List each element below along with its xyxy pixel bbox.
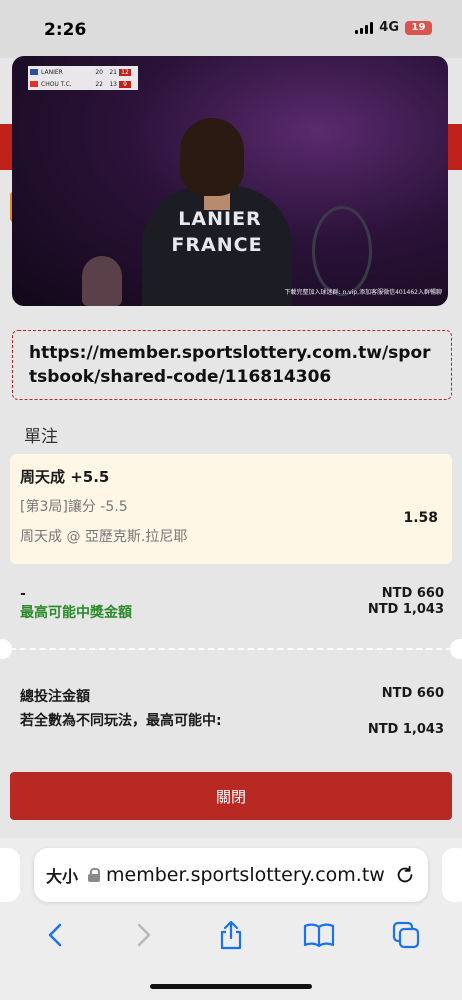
total-stake-amount: NTD 660 bbox=[381, 686, 444, 701]
scoreboard-game2: 21 bbox=[109, 68, 117, 76]
share-button[interactable] bbox=[211, 915, 251, 955]
address-bar[interactable]: 大小 member.sportslottery.com.tw bbox=[34, 848, 428, 902]
ticket-notch-right bbox=[450, 639, 462, 659]
video-player-head bbox=[180, 118, 244, 196]
video-caption: 下載完整加入球迷群: n.vip,添加客服微信401462入群暢聊 bbox=[284, 289, 442, 296]
video-racket bbox=[312, 206, 372, 296]
ticket-divider bbox=[0, 648, 462, 650]
total-stake-label: 總投注金額 bbox=[20, 689, 90, 705]
book-icon bbox=[303, 923, 334, 948]
scoreboard-current: 12 bbox=[119, 68, 131, 76]
back-icon bbox=[48, 923, 62, 947]
scoreboard-player: CHOU T.C. bbox=[41, 80, 72, 88]
shared-link-box[interactable]: https://member.sportslottery.com.tw/spor… bbox=[12, 330, 452, 400]
url-text[interactable]: member.sportslottery.com.tw bbox=[106, 864, 394, 886]
alt-win-amount: NTD 1,043 bbox=[367, 722, 444, 737]
bet-card: 周天成 +5.5 [第3局]讓分 -5.5 周天成 @ 亞歷克斯.拉尼耶 1.5… bbox=[10, 454, 452, 564]
status-indicators: 4G 19 bbox=[355, 20, 432, 35]
max-win-amount: NTD 1,043 bbox=[367, 602, 444, 617]
bet-odds: 1.58 bbox=[403, 510, 438, 526]
tab-peek-right[interactable] bbox=[442, 848, 462, 902]
bet-selection: 周天成 +5.5 bbox=[20, 468, 110, 486]
scoreboard-current: 9 bbox=[119, 80, 131, 88]
home-indicator bbox=[150, 984, 312, 989]
scoreboard-game2: 13 bbox=[109, 80, 117, 88]
bet-match: 周天成 @ 亞歷克斯.拉尼耶 bbox=[20, 529, 188, 545]
reload-icon[interactable] bbox=[394, 864, 416, 886]
jersey-country: FRANCE bbox=[171, 234, 263, 256]
jersey-name: LANIER bbox=[178, 208, 262, 230]
battery-icon: 19 bbox=[405, 20, 432, 35]
status-bar: 2:26 4G 19 bbox=[0, 0, 462, 58]
forward-icon bbox=[138, 923, 151, 947]
network-type: 4G bbox=[379, 20, 399, 35]
bet-share-sheet: LANIER FRANCE LANIER 20 21 12 CHOU T.C. … bbox=[0, 56, 462, 838]
share-icon bbox=[220, 920, 242, 950]
video-spectator bbox=[82, 256, 122, 306]
scoreboard-player: LANIER bbox=[41, 68, 63, 76]
browser-toolbar bbox=[0, 912, 462, 958]
max-win-label: 最高可能中獎金額 bbox=[20, 605, 132, 621]
video-scoreboard: LANIER 20 21 12 CHOU T.C. 22 13 9 bbox=[28, 66, 138, 90]
close-button[interactable]: 關閉 bbox=[10, 772, 452, 820]
scoreboard-game1: 22 bbox=[95, 80, 103, 88]
signal-icon bbox=[355, 21, 374, 34]
scoreboard-game1: 20 bbox=[95, 68, 103, 76]
tabs-button[interactable] bbox=[386, 915, 426, 955]
back-button[interactable] bbox=[36, 915, 76, 955]
scoreboard-row: LANIER 20 21 12 bbox=[28, 66, 138, 78]
stake-amount: NTD 660 bbox=[381, 586, 444, 601]
taiwan-flag-icon bbox=[30, 81, 38, 87]
scoreboard-row: CHOU T.C. 22 13 9 bbox=[28, 78, 138, 90]
summary-dash: - bbox=[20, 586, 26, 602]
tabs-icon bbox=[393, 921, 420, 949]
forward-button[interactable] bbox=[123, 915, 163, 955]
live-video[interactable]: LANIER FRANCE LANIER 20 21 12 CHOU T.C. … bbox=[12, 56, 448, 306]
alt-win-label: 若全數為不同玩法，最高可能中: bbox=[20, 713, 222, 729]
status-time: 2:26 bbox=[44, 20, 87, 40]
france-flag-icon bbox=[30, 69, 38, 75]
section-title-single: 單注 bbox=[24, 427, 58, 447]
bookmarks-button[interactable] bbox=[299, 915, 339, 955]
bet-market: [第3局]讓分 -5.5 bbox=[20, 499, 128, 515]
lock-icon bbox=[88, 868, 101, 882]
tab-peek-left[interactable] bbox=[0, 848, 20, 902]
ticket-notch-left bbox=[0, 639, 12, 659]
text-size-button[interactable]: 大小 bbox=[46, 863, 78, 887]
